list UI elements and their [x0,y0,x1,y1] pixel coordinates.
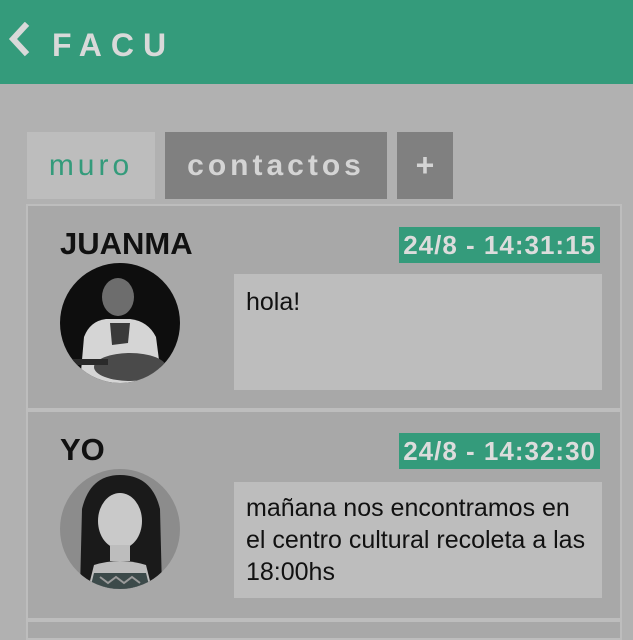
post-timestamp: 24/8 - 14:32:30 [399,433,600,469]
message-bubble: mañana nos encontramos en el centro cult… [234,482,602,598]
post-card [26,620,622,640]
avatar-photo-yo [60,469,180,589]
page-title: FACU [52,27,176,63]
avatar-photo-juanma [60,263,180,383]
post-author: YO [60,432,105,467]
message-bubble: hola! [234,274,602,390]
tab-muro[interactable]: muro [27,132,155,199]
post-card: YO 24/8 - 14:32:30 mañana nos encontramo… [26,410,622,620]
post-author: JUANMA [60,226,193,261]
app-header: FACU [0,0,633,84]
avatar[interactable] [60,469,180,589]
back-button[interactable] [6,22,34,58]
add-tab-button[interactable]: + [397,132,453,199]
chevron-left-icon [8,22,30,57]
avatar[interactable] [60,263,180,383]
post-card: JUANMA 24/8 - 14:31:15 hola! [26,204,622,410]
post-timestamp: 24/8 - 14:31:15 [399,227,600,263]
tab-contactos[interactable]: contactos [165,132,387,199]
